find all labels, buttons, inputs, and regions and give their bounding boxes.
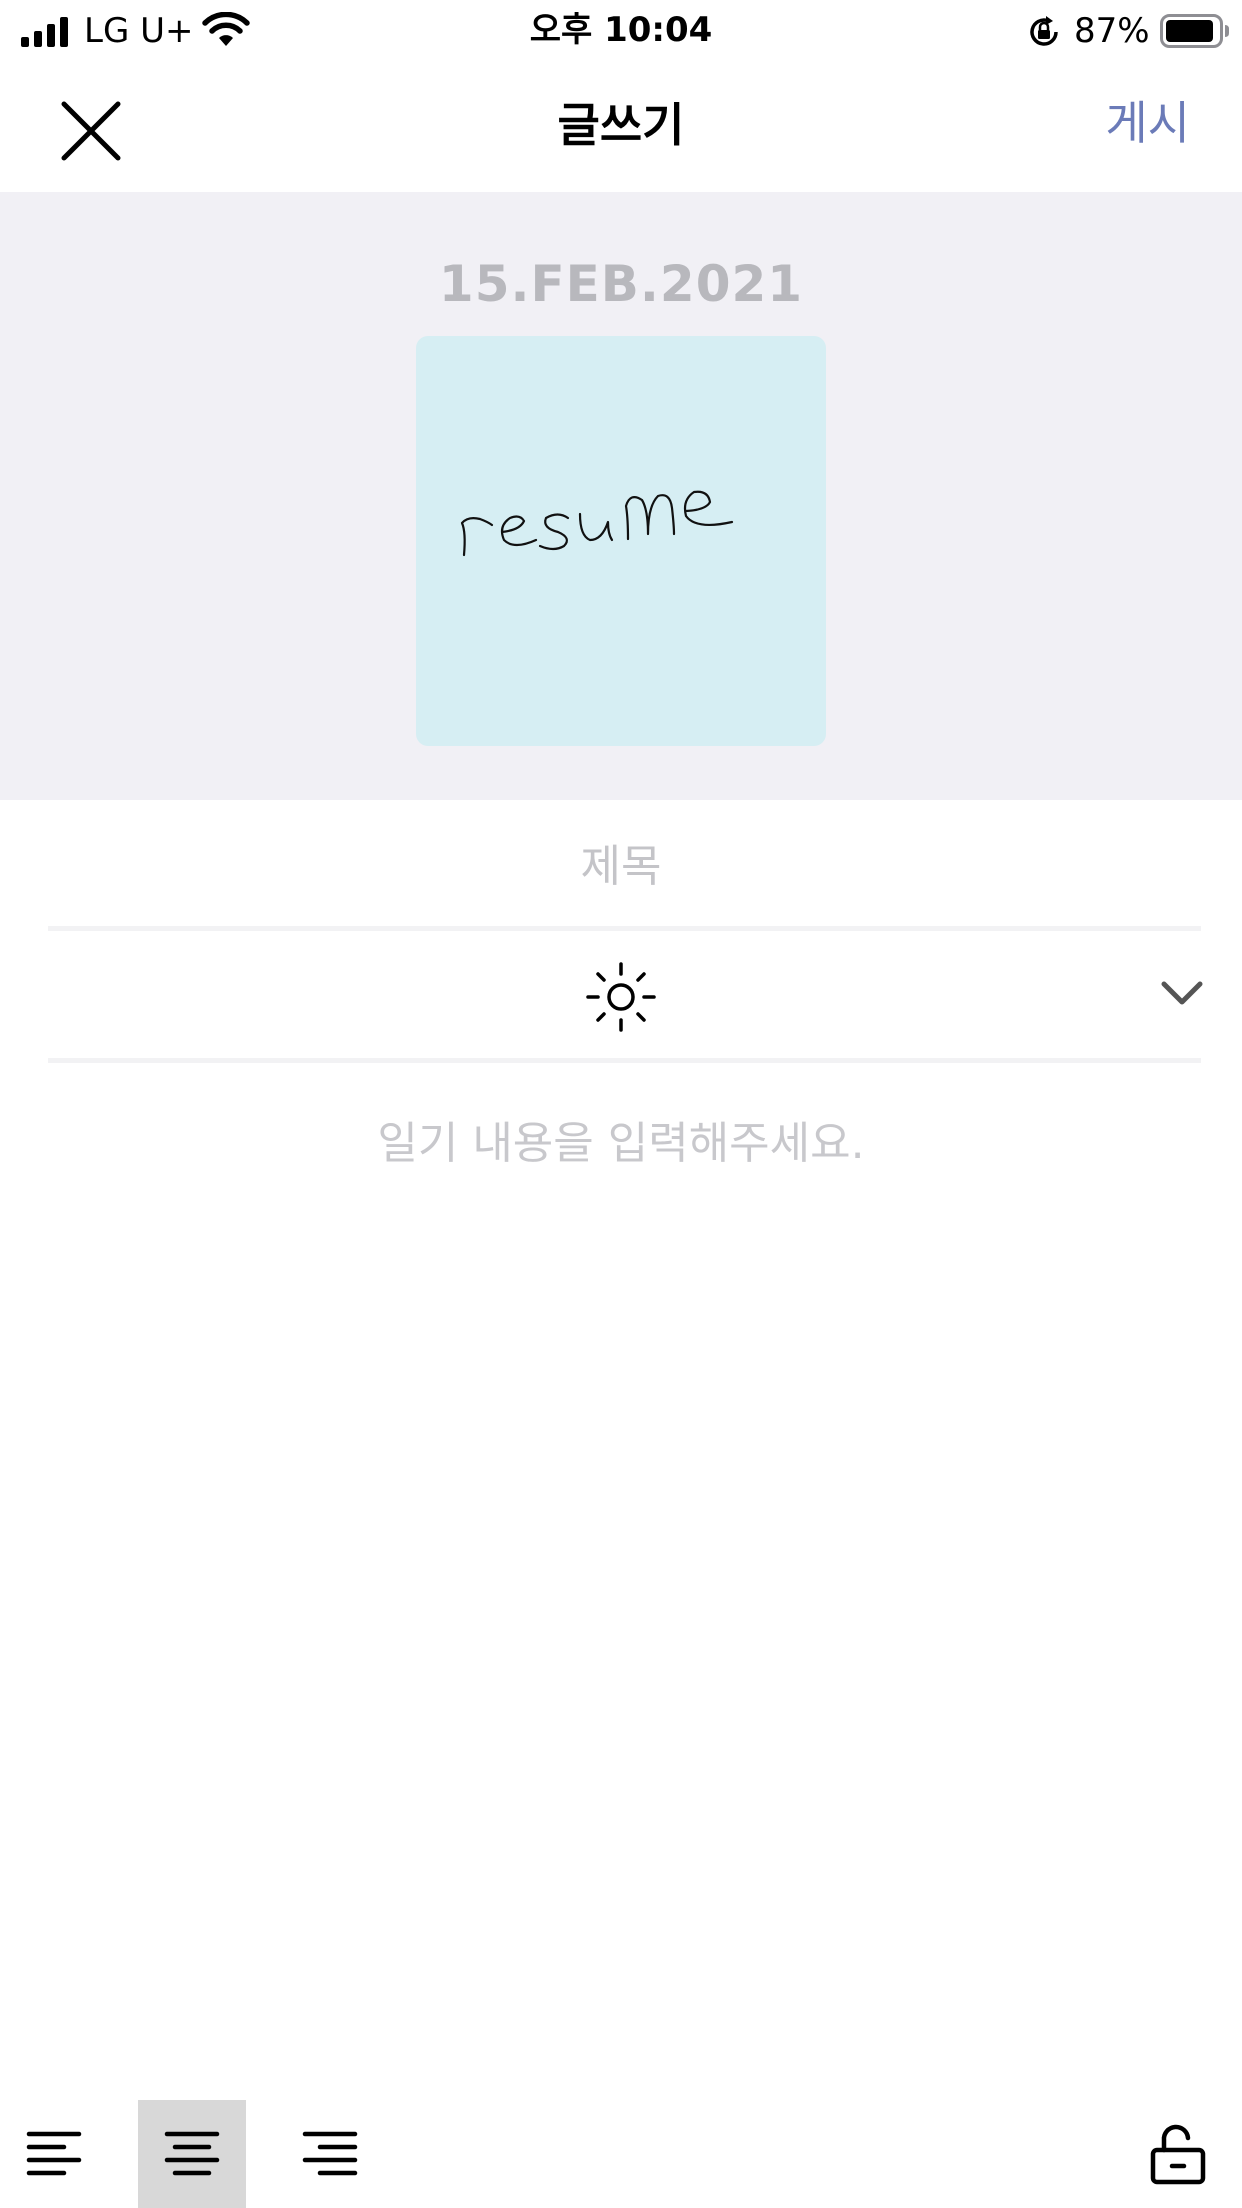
- align-right-icon: [302, 2131, 358, 2176]
- divider: [48, 1058, 1201, 1063]
- divider: [48, 926, 1201, 931]
- write-diary-screen: LG U+ 오후 10:04 87% 글쓰기 게시 15.FEB.2021 제목…: [0, 0, 1242, 2208]
- unlock-icon: [1150, 2124, 1206, 2185]
- align-left-button[interactable]: [0, 2100, 108, 2208]
- align-left-icon: [26, 2131, 82, 2176]
- bottom-toolbar: [0, 2100, 1242, 2208]
- weather-selector[interactable]: [48, 932, 1203, 1056]
- entry-date: 15.FEB.2021: [438, 255, 804, 313]
- align-center-icon: [164, 2131, 220, 2176]
- nav-bar: 글쓰기 게시: [0, 62, 1242, 192]
- post-button[interactable]: 게시: [1105, 90, 1190, 156]
- status-bar: LG U+ 오후 10:04 87%: [0, 0, 1242, 62]
- page-title: 글쓰기: [557, 98, 685, 152]
- title-input[interactable]: [48, 820, 1194, 912]
- chevron-down-icon: [1161, 981, 1203, 1005]
- note-image[interactable]: [416, 336, 826, 746]
- close-icon: [61, 101, 121, 161]
- sun-icon: [586, 962, 656, 1032]
- rotation-lock-icon: [1030, 16, 1058, 46]
- close-button[interactable]: [52, 92, 130, 170]
- align-center-button[interactable]: [138, 2100, 246, 2208]
- battery-percent: 87%: [1074, 11, 1150, 51]
- privacy-lock-button[interactable]: [1126, 2100, 1234, 2208]
- body-textarea[interactable]: [48, 1104, 1194, 2044]
- handwriting-image: [460, 490, 734, 557]
- entry-header: 15.FEB.2021: [0, 192, 1242, 800]
- align-right-button[interactable]: [276, 2100, 384, 2208]
- battery-icon: [1160, 14, 1229, 48]
